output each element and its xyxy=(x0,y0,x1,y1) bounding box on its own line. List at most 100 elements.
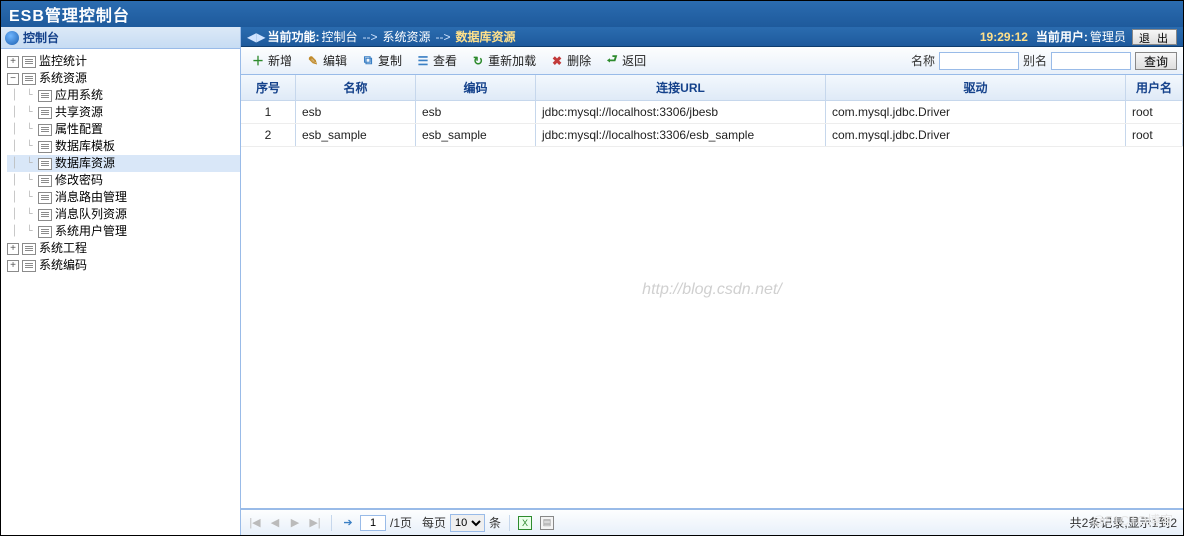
tree-label: 属性配置 xyxy=(55,121,103,138)
export-excel-button[interactable]: X xyxy=(518,516,532,530)
tree-node[interactable]: │└属性配置 xyxy=(7,121,240,138)
globe-icon xyxy=(5,31,19,45)
page-icon xyxy=(38,90,52,102)
page-icon xyxy=(38,226,52,238)
add-button[interactable]: ＋新增 xyxy=(247,50,296,71)
reload-button[interactable]: ↻重新加载 xyxy=(467,50,540,71)
list-icon: ☰ xyxy=(416,54,430,68)
page-icon xyxy=(38,175,52,187)
tree-toggle-icon[interactable]: − xyxy=(7,73,19,85)
tree-node[interactable]: │└消息队列资源 xyxy=(7,206,240,223)
tree-label: 数据库模板 xyxy=(55,138,115,155)
col-url[interactable]: 连接URL xyxy=(536,75,826,100)
prev-page-button[interactable]: ◀ xyxy=(267,515,283,531)
search-alias-input[interactable] xyxy=(1051,52,1131,70)
tree-label: 修改密码 xyxy=(55,172,103,189)
tree-node[interactable]: + 系统工程 xyxy=(7,240,240,257)
table-row[interactable]: 2esb_sampleesb_samplejdbc:mysql://localh… xyxy=(241,124,1183,147)
tree-label: 系统资源 xyxy=(39,70,87,87)
tree-label: 系统编码 xyxy=(39,257,87,274)
page-icon xyxy=(38,107,52,119)
sidebar-header: 控制台 xyxy=(1,27,240,49)
col-name[interactable]: 名称 xyxy=(296,75,416,100)
logout-button[interactable]: 退 出 xyxy=(1132,29,1177,45)
delete-button[interactable]: ✖删除 xyxy=(546,50,595,71)
refresh-icon: ↻ xyxy=(471,54,485,68)
tree-label: 数据库资源 xyxy=(55,155,115,172)
tree-node[interactable]: │└数据库模板 xyxy=(7,138,240,155)
tree-node[interactable]: + 系统编码 xyxy=(7,257,240,274)
tree-node[interactable]: │└系统用户管理 xyxy=(7,223,240,240)
search-name-label: 名称 xyxy=(911,52,935,69)
export-page-button[interactable]: ▤ xyxy=(540,516,554,530)
page-icon xyxy=(38,158,52,170)
tree-node[interactable]: │└消息路由管理 xyxy=(7,189,240,206)
search-name-input[interactable] xyxy=(939,52,1019,70)
page-icon xyxy=(22,56,36,68)
tree-toggle-icon[interactable]: + xyxy=(7,56,19,68)
search-alias-label: 别名 xyxy=(1023,52,1047,69)
tree-node[interactable]: │└数据库资源 xyxy=(7,155,240,172)
next-page-button[interactable]: ▶ xyxy=(287,515,303,531)
pager: |◀ ◀ ▶ ▶| ➔ /1页 每页 10 条 X ▤ 共2条记录,显示1到2 xyxy=(241,509,1183,535)
tree-node[interactable]: │└应用系统 xyxy=(7,87,240,104)
page-icon xyxy=(38,209,52,221)
splitter-icon[interactable]: ◀▶ xyxy=(247,30,265,44)
goto-icon[interactable]: ➔ xyxy=(340,515,356,531)
back-icon: ⮐ xyxy=(605,54,619,68)
tree-toggle-icon[interactable]: + xyxy=(7,243,19,255)
tree-node[interactable]: +监控统计 xyxy=(7,53,240,70)
col-user[interactable]: 用户名 xyxy=(1126,75,1183,100)
copy-button[interactable]: ⧉复制 xyxy=(357,50,406,71)
breadcrumb-sep: --> xyxy=(436,30,451,44)
sidebar: 控制台 +监控统计−系统资源│└应用系统│└共享资源│└属性配置│└数据库模板│… xyxy=(1,27,241,535)
nav-tree: +监控统计 − 系统资源│└应用系统│└共享资源│└属性配置│└数据库模板│└数据库… xyxy=(1,49,240,278)
app-title-bar: ESB管理控制台 xyxy=(1,1,1183,27)
context-bar: ◀▶ 当前功能: 控制台 --> 系统资源 --> 数据库资源 19:29:12… xyxy=(241,27,1183,47)
last-page-button[interactable]: ▶| xyxy=(307,515,323,531)
tree-label: 消息路由管理 xyxy=(55,189,127,206)
data-grid: 序号 名称 编码 连接URL 驱动 用户名 1esbesbjdbc:mysql:… xyxy=(241,75,1183,509)
clock: 19:29:12 xyxy=(980,30,1028,44)
col-driver[interactable]: 驱动 xyxy=(826,75,1126,100)
view-button[interactable]: ☰查看 xyxy=(412,50,461,71)
sidebar-title: 控制台 xyxy=(23,29,59,46)
footer-brand: @51CTO博客 xyxy=(1092,510,1173,529)
col-code[interactable]: 编码 xyxy=(416,75,536,100)
col-seq[interactable]: 序号 xyxy=(241,75,296,100)
tree-toggle-icon[interactable]: + xyxy=(7,260,19,272)
current-user: 管理员 xyxy=(1090,28,1126,45)
tree-label: 系统用户管理 xyxy=(55,223,127,240)
tree-label: 系统工程 xyxy=(39,240,87,257)
breadcrumb-2[interactable]: 系统资源 xyxy=(382,28,430,45)
per-page-select[interactable]: 10 xyxy=(450,514,485,532)
per-page-suffix: 条 xyxy=(489,514,501,531)
page-input[interactable] xyxy=(360,515,386,531)
table-row[interactable]: 1esbesbjdbc:mysql://localhost:3306/jbesb… xyxy=(241,101,1183,124)
watermark: http://blog.csdn.net/ xyxy=(642,281,782,299)
back-button[interactable]: ⮐返回 xyxy=(601,50,650,71)
first-page-button[interactable]: |◀ xyxy=(247,515,263,531)
toolbar: ＋新增 ✎编辑 ⧉复制 ☰查看 ↻重新加载 ✖删除 ⮐返回 名称 别名 查询 xyxy=(241,47,1183,75)
page-icon xyxy=(22,73,36,85)
content-area: ◀▶ 当前功能: 控制台 --> 系统资源 --> 数据库资源 19:29:12… xyxy=(241,27,1183,535)
breadcrumb-1[interactable]: 控制台 xyxy=(321,28,357,45)
page-icon xyxy=(22,243,36,255)
pencil-icon: ✎ xyxy=(306,54,320,68)
per-page-prefix: 每页 xyxy=(422,514,446,531)
user-label: 当前用户: xyxy=(1036,28,1088,45)
page-icon xyxy=(38,141,52,153)
delete-icon: ✖ xyxy=(550,54,564,68)
tree-label: 共享资源 xyxy=(55,104,103,121)
page-icon xyxy=(38,192,52,204)
grid-header: 序号 名称 编码 连接URL 驱动 用户名 xyxy=(241,75,1183,101)
tree-node[interactable]: − 系统资源 xyxy=(7,70,240,87)
tree-node[interactable]: │└修改密码 xyxy=(7,172,240,189)
search-button[interactable]: 查询 xyxy=(1135,52,1177,70)
edit-button[interactable]: ✎编辑 xyxy=(302,50,351,71)
plus-icon: ＋ xyxy=(251,54,265,68)
tree-label: 消息队列资源 xyxy=(55,206,127,223)
page-icon xyxy=(38,124,52,136)
total-pages: /1页 xyxy=(390,514,412,531)
tree-node[interactable]: │└共享资源 xyxy=(7,104,240,121)
